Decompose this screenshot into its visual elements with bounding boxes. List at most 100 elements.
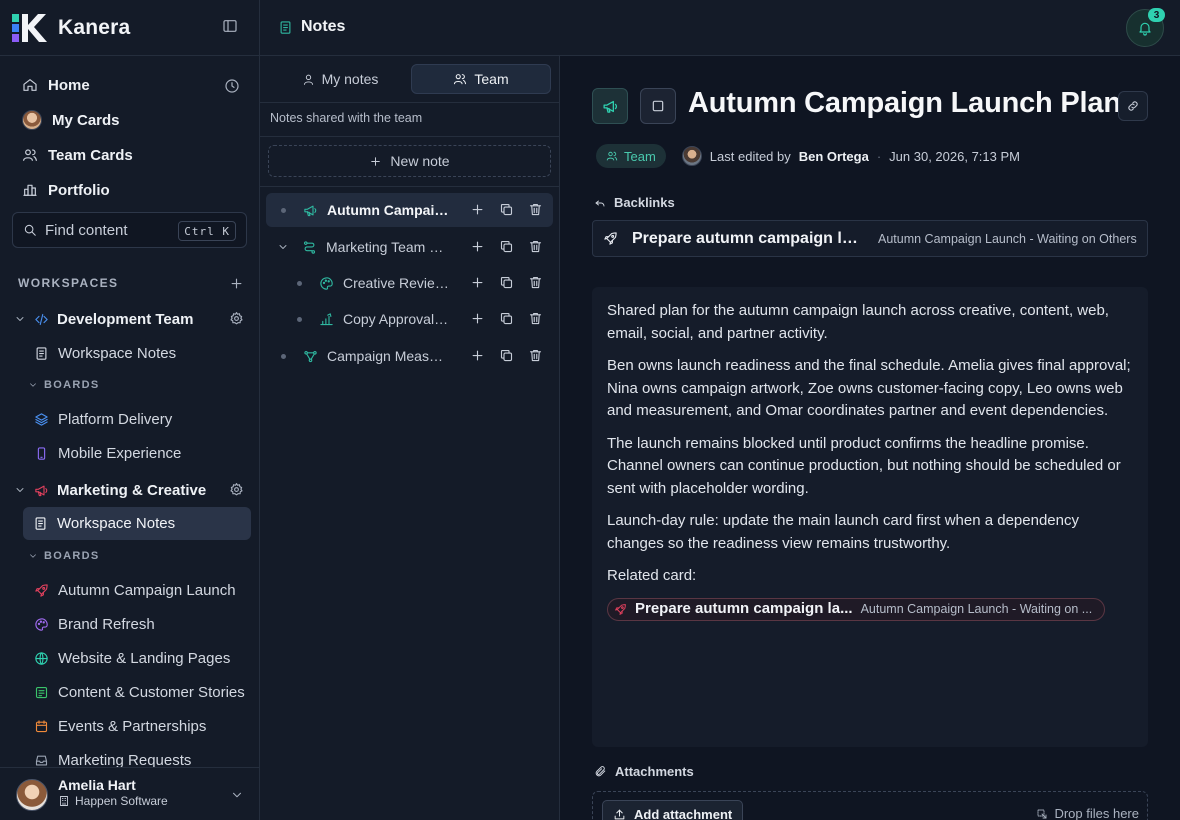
board-website-landing-pages[interactable]: Website & Landing Pages (24, 642, 250, 674)
note-item-autumn-campaign-launch-plan[interactable]: Autumn Campaign Launch Plan (266, 193, 553, 227)
board-content-customer-stories[interactable]: Content & Customer Stories (24, 676, 250, 708)
avatar (16, 779, 48, 811)
note-editor: Autumn Campaign Launch Plan Team Last ed… (560, 56, 1180, 820)
notes-list-panel: My notes Team Notes shared with the team… (260, 56, 560, 820)
copy-icon[interactable] (499, 311, 514, 326)
board-mobile-experience[interactable]: Mobile Experience (24, 437, 250, 469)
row-actions (470, 202, 543, 217)
workflow-icon (303, 240, 316, 254)
boards-heading[interactable]: BOARDS (28, 550, 99, 562)
divider (260, 186, 559, 187)
palette-icon (320, 276, 333, 290)
new-note-button[interactable]: New note (268, 145, 551, 177)
note-title: Creative Review Guidelines (343, 275, 449, 291)
gear-icon[interactable] (229, 482, 244, 497)
plus-icon[interactable] (470, 239, 485, 254)
calendar-icon (35, 719, 48, 732)
note-item-creative-review-guidelines[interactable]: Creative Review Guidelines (266, 266, 553, 300)
workspace-marketing-creative[interactable]: Marketing & Creative (14, 477, 248, 503)
home-icon (23, 79, 37, 91)
board-label: Events & Partnerships (58, 717, 207, 735)
divider (0, 55, 259, 56)
chevron-down-icon (232, 792, 242, 798)
related-card-chip[interactable]: Prepare autumn campaign la... Autumn Cam… (607, 597, 1106, 621)
page-title: Notes (278, 18, 345, 36)
board-platform-delivery[interactable]: Platform Delivery (24, 403, 250, 435)
note-meta: Team Last edited by Ben Ortega · Jun 30,… (596, 144, 1020, 168)
bullet-dot (297, 280, 302, 286)
trash-icon[interactable] (528, 275, 543, 290)
drop-hint: Drop files here (1036, 806, 1139, 820)
note-body[interactable]: Shared plan for the autumn campaign laun… (592, 287, 1148, 747)
copy-icon[interactable] (499, 275, 514, 290)
panel-hint: Notes shared with the team (270, 111, 423, 125)
sidebar-toggle-icon[interactable] (222, 18, 242, 38)
note-icon-picker[interactable] (592, 88, 628, 124)
attachment-dropzone[interactable]: Add attachment Drop files here (592, 791, 1148, 820)
copy-link-button[interactable] (1118, 91, 1148, 121)
board-label: Marketing Requests (58, 751, 192, 769)
chevron-down-icon (16, 488, 24, 492)
backlink-item[interactable]: Prepare autumn campaign launch Autumn Ca… (592, 220, 1148, 257)
avatar (22, 110, 42, 130)
trash-icon[interactable] (528, 348, 543, 363)
visibility-badge[interactable]: Team (596, 144, 666, 168)
copy-icon[interactable] (499, 202, 514, 217)
trash-icon[interactable] (528, 311, 543, 326)
add-attachment-button[interactable]: Add attachment (602, 800, 744, 820)
workspace-development-team[interactable]: Development Team (14, 306, 248, 332)
copy-icon[interactable] (499, 348, 514, 363)
nav-home[interactable]: Home (22, 70, 248, 100)
nav-label: Team Cards (48, 146, 133, 164)
logo[interactable]: Kanera (12, 12, 130, 44)
user-menu[interactable]: Amelia Hart Happen Software (0, 767, 259, 820)
workspace-notes-development[interactable]: Workspace Notes (24, 337, 250, 369)
nav-team-cards[interactable]: Team Cards (22, 140, 248, 170)
gear-icon[interactable] (229, 311, 244, 326)
flow-icon (304, 350, 317, 362)
sidebar: Kanera Home My Cards Team Cards Portfoli… (0, 0, 260, 820)
backlinks-label: Backlinks (614, 195, 675, 210)
users-icon (606, 151, 618, 161)
find-content-placeholder: Find content (45, 221, 128, 239)
plus-icon[interactable] (470, 311, 485, 326)
user-icon (303, 74, 313, 85)
boards-heading[interactable]: BOARDS (28, 379, 99, 391)
chevron-down-icon[interactable] (277, 241, 289, 253)
drop-icon (1038, 809, 1047, 818)
plus-icon[interactable] (470, 275, 485, 290)
building-icon (60, 796, 68, 806)
note-title: Autumn Campaign Launch Plan (327, 202, 449, 218)
board-events-partnerships[interactable]: Events & Partnerships (24, 710, 250, 742)
trash-icon[interactable] (528, 239, 543, 254)
note-item-marketing-team-workflow[interactable]: Marketing Team Workflow (266, 230, 553, 264)
note-title[interactable]: Autumn Campaign Launch Plan (688, 87, 1121, 120)
help-icon[interactable] (224, 78, 240, 94)
copy-icon[interactable] (499, 239, 514, 254)
body-paragraph: Ben owns launch readiness and the final … (607, 357, 1131, 419)
tab-my-notes[interactable]: My notes (270, 64, 410, 94)
search-icon (24, 224, 36, 236)
plus-icon[interactable] (470, 348, 485, 363)
find-content-input[interactable]: Find content Ctrl K (12, 212, 247, 248)
plus-icon[interactable] (470, 202, 485, 217)
cover-toggle-button[interactable] (640, 88, 676, 124)
notification-count-badge: 3 (1148, 8, 1165, 22)
body-paragraph: Shared plan for the autumn campaign laun… (607, 302, 1109, 342)
note-item-copy-approval-process[interactable]: Copy Approval Process (266, 302, 553, 336)
add-workspace-icon[interactable] (229, 276, 244, 291)
nav-my-cards[interactable]: My Cards (22, 105, 248, 135)
nav-label: Home (48, 76, 90, 94)
board-autumn-campaign-launch[interactable]: Autumn Campaign Launch (24, 574, 250, 606)
board-label: Mobile Experience (58, 444, 182, 462)
note-item-campaign-measurement-plan[interactable]: Campaign Measurement Plan (266, 339, 553, 373)
board-label: Content & Customer Stories (58, 683, 245, 701)
nav-portfolio[interactable]: Portfolio (22, 175, 248, 205)
trash-icon[interactable] (528, 202, 543, 217)
code-icon (35, 313, 48, 325)
workspace-notes-marketing[interactable]: Workspace Notes (23, 507, 251, 540)
board-brand-refresh[interactable]: Brand Refresh (24, 608, 250, 640)
workspace-name: Marketing & Creative (57, 481, 207, 499)
users-icon (454, 74, 467, 85)
tab-team[interactable]: Team (411, 64, 551, 94)
